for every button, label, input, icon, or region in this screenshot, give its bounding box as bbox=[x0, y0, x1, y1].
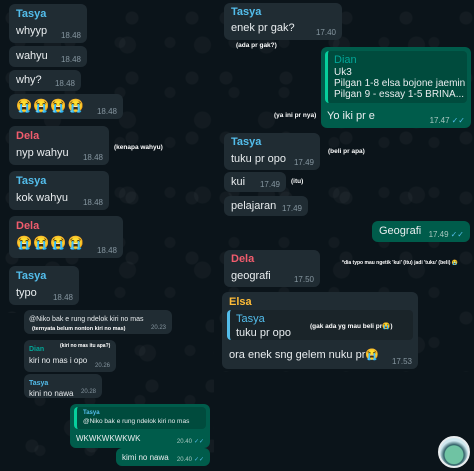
message-time: 20.23 bbox=[150, 325, 166, 331]
sender-name: Tasya bbox=[16, 175, 47, 187]
message-time: 20.28 bbox=[80, 389, 96, 395]
message-bubble-outgoing[interactable]: Dian Uk3 Pilgan 1-8 elsa bojone jaemin P… bbox=[321, 47, 471, 128]
message-bubble-outgoing[interactable]: Tasya @Niko bak e rung ndelok kiri no ma… bbox=[70, 404, 210, 448]
message-time: 20.26 bbox=[94, 363, 110, 369]
read-ticks-icon: ✓✓ bbox=[450, 230, 464, 239]
message-bubble[interactable]: Dela nyp wahyu 18.48 bbox=[9, 126, 109, 165]
message-text: kimi no nawa bbox=[122, 453, 169, 462]
quote-line: Uk3 bbox=[334, 67, 352, 78]
message-text: kiri no mas i opo bbox=[29, 356, 88, 365]
message-time: 18.48 bbox=[96, 107, 117, 116]
quote-text: @Niko bak e rung ndelok kiri no mas bbox=[29, 316, 144, 323]
message-text: pelajaran bbox=[231, 200, 277, 212]
message-time: 18.48 bbox=[52, 293, 73, 302]
message-time: 17.49 ✓✓ bbox=[428, 230, 464, 239]
message-time: 18.48 bbox=[82, 198, 103, 207]
message-bubble[interactable]: Tasya kok wahyu 18.48 bbox=[9, 171, 109, 210]
message-time: 18.48 bbox=[60, 55, 81, 64]
message-text: wahyu bbox=[16, 50, 48, 62]
sender-name: Elsa bbox=[229, 296, 252, 308]
message-text: nyp wahyu bbox=[16, 147, 69, 159]
message-text: 😭😭😭😭 bbox=[16, 98, 85, 113]
message-time: 20.40 ✓✓ bbox=[176, 457, 204, 463]
message-text: ora enek sng gelem nuku pr😭 bbox=[229, 349, 380, 361]
message-time: 18.48 bbox=[54, 79, 75, 88]
message-bubble[interactable]: wahyu 18.48 bbox=[9, 46, 87, 67]
annotation-note: (gak ada yg mau beli pr😭) bbox=[310, 323, 393, 330]
read-ticks-icon: ✓✓ bbox=[193, 439, 204, 445]
message-bubble[interactable]: Elsa Tasya tuku pr opo (gak ada yg mau b… bbox=[222, 292, 418, 369]
message-bubble[interactable]: Tasya tuku pr opo 17.49 bbox=[224, 133, 320, 170]
message-time: 17.49 bbox=[259, 180, 280, 189]
message-time: 18.48 bbox=[96, 246, 117, 255]
annotation-note: (beli pr apa) bbox=[328, 148, 365, 155]
sender-name: Tasya bbox=[231, 6, 262, 18]
message-text: kok wahyu bbox=[16, 192, 68, 204]
message-text: enek pr gak? bbox=[231, 22, 295, 34]
sender-name: Dela bbox=[231, 253, 255, 265]
message-time: 17.53 bbox=[391, 357, 412, 366]
message-bubble[interactable]: pelajaran 17.49 bbox=[224, 196, 308, 216]
avatar[interactable] bbox=[438, 436, 470, 468]
message-text: tuku pr opo bbox=[231, 153, 287, 165]
message-bubble[interactable]: Tasya enek pr gak? 17.40 bbox=[224, 3, 342, 40]
read-ticks-icon: ✓✓ bbox=[451, 116, 465, 125]
message-bubble[interactable]: why? 18.48 bbox=[9, 70, 81, 91]
annotation-note: (ternyata belum nonton kiri no mas) bbox=[32, 326, 126, 332]
sender-name: Dela bbox=[16, 220, 40, 232]
message-text: WKWKWKWKWK bbox=[76, 434, 141, 443]
read-ticks-icon: ✓✓ bbox=[193, 457, 204, 463]
message-text: typo bbox=[16, 287, 37, 299]
message-text: why? bbox=[16, 74, 42, 86]
annotation-note: (kiri no mas itu apa?) bbox=[60, 343, 111, 349]
message-bubble[interactable]: kui 17.49 bbox=[224, 172, 286, 192]
message-text: kini no nawa bbox=[29, 389, 74, 398]
quote-text: @Niko bak e rung ndelok kiri no mas bbox=[83, 418, 190, 425]
message-bubble[interactable]: Tasya typo 18.48 bbox=[9, 266, 79, 305]
message-bubble[interactable]: Dela 😭😭😭😭 18.48 bbox=[9, 216, 123, 258]
reply-quote[interactable]: Tasya @Niko bak e rung ndelok kiri no ma… bbox=[74, 407, 206, 429]
message-text: 😭😭😭😭 bbox=[16, 235, 85, 250]
sender-name: Dela bbox=[16, 130, 40, 142]
annotation-note: (kenapa wahyu) bbox=[114, 144, 163, 151]
message-time: 20.40 ✓✓ bbox=[176, 439, 204, 445]
message-text: Yo iki pr e bbox=[327, 110, 375, 122]
message-time: 17.49 bbox=[293, 158, 314, 167]
message-time: 17.49 bbox=[281, 204, 302, 213]
message-text: kui bbox=[231, 176, 246, 188]
annotation-note: *dia typo mau ngetik 'kui' (itu) jadi 't… bbox=[342, 260, 458, 266]
message-bubble[interactable]: 😭😭😭😭 18.48 bbox=[9, 94, 123, 119]
message-time: 18.48 bbox=[60, 31, 81, 40]
message-bubble-outgoing[interactable]: kimi no nawa 20.40 ✓✓ bbox=[116, 448, 210, 466]
message-bubble[interactable]: Tasya kini no nawa 20.28 bbox=[24, 374, 102, 398]
quote-sender: Tasya bbox=[83, 410, 100, 416]
quote-line: Pilgan 1-8 elsa bojone jaemin bbox=[334, 78, 466, 89]
sender-name: Tasya bbox=[16, 270, 47, 282]
quote-sender: Dian bbox=[334, 54, 357, 66]
message-time: 17.50 bbox=[293, 275, 314, 284]
message-bubble[interactable]: Dela geografi 17.50 bbox=[224, 250, 320, 287]
quote-line: Pilgan 9 - essay 1-5 BRINA... bbox=[334, 89, 465, 100]
message-bubble[interactable]: Dian (kiri no mas itu apa?) kiri no mas … bbox=[24, 340, 116, 372]
annotation-note: (ya ini pr nya) bbox=[274, 112, 317, 119]
annotation-note: (ada pr gak?) bbox=[236, 42, 277, 49]
message-text: Geografi bbox=[379, 225, 422, 237]
message-bubble-outgoing[interactable]: Geografi 17.49 ✓✓ bbox=[372, 221, 470, 242]
message-bubble[interactable]: Tasya whyyp 18.48 bbox=[9, 4, 87, 43]
chat-panel-right: Tasya enek pr gak? 17.40 (ada pr gak?) D… bbox=[214, 0, 474, 372]
chat-panel-left: Tasya whyyp 18.48 wahyu 18.48 why? 18.48… bbox=[0, 0, 212, 313]
message-text: geografi bbox=[231, 270, 271, 282]
chat-panel-bottom-left: @Niko bak e rung ndelok kiri no mas 20.2… bbox=[20, 308, 214, 468]
annotation-note: (itu) bbox=[291, 178, 304, 185]
sender-name: Tasya bbox=[231, 136, 262, 148]
message-time: 17.47 ✓✓ bbox=[429, 116, 465, 125]
message-time: 18.48 bbox=[82, 153, 103, 162]
reply-quote[interactable]: Dian Uk3 Pilgan 1-8 elsa bojone jaemin P… bbox=[325, 51, 467, 103]
message-time: 17.40 bbox=[315, 28, 336, 37]
sender-name: Tasya bbox=[16, 8, 47, 20]
message-text: whyyp bbox=[16, 25, 48, 37]
